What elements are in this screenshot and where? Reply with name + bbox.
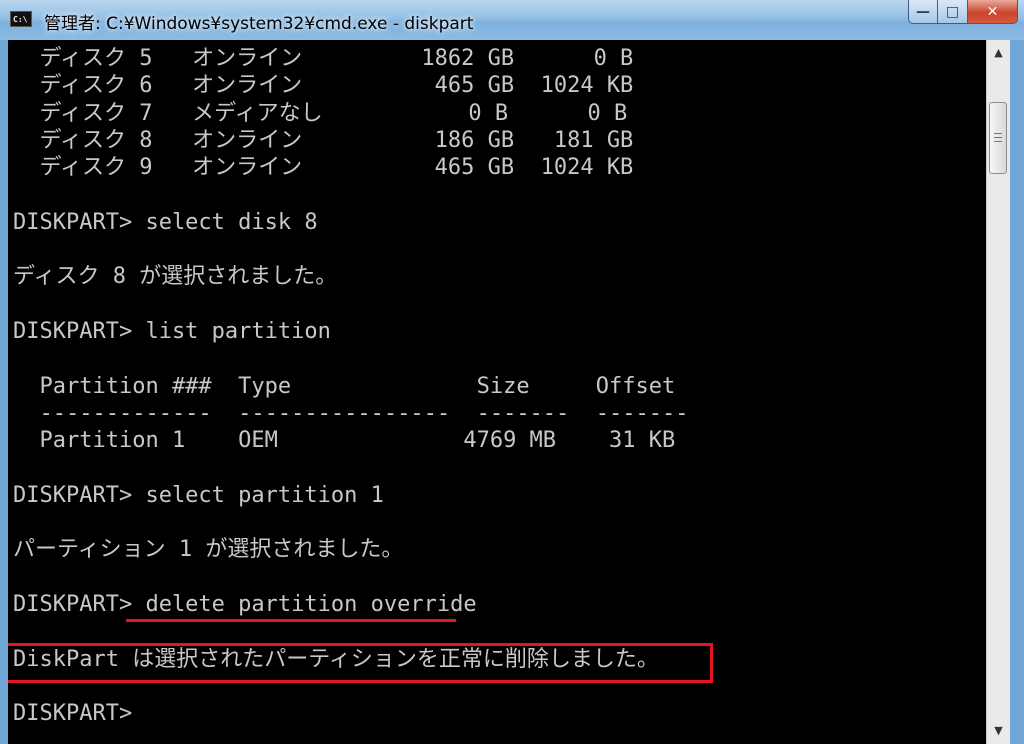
scroll-down-arrow-icon[interactable]: ▼: [987, 720, 1010, 742]
window-title: 管理者: C:¥Windows¥system32¥cmd.exe - diskp…: [44, 14, 474, 34]
console-line: Partition 1 OEM 4769 MB 31 KB: [13, 428, 676, 454]
success-message-highlight-box: [8, 643, 713, 683]
title-bar[interactable]: C:\ 管理者: C:¥Windows¥system32¥cmd.exe - d…: [0, 0, 1024, 40]
thumb-grip-line: [994, 133, 1002, 134]
maximize-button[interactable]: □: [938, 0, 968, 24]
console-line: DISKPART> list partition: [13, 318, 331, 344]
vertical-scrollbar[interactable]: ▲ ▼: [986, 40, 1010, 744]
minimize-button[interactable]: —: [908, 0, 938, 24]
console-output[interactable]: ディスク 5 オンライン 1862 GB 0 B ディスク 6 オンライン 46…: [8, 40, 986, 744]
console-line: ディスク 5 オンライン 1862 GB 0 B: [13, 46, 634, 71]
console-line: パーティション 1 が選択されました。: [13, 537, 404, 563]
console-line: ディスク 8 オンライン 186 GB 181 GB: [13, 127, 634, 153]
console-line: ディスク 9 オンライン 465 GB 1024 KB: [13, 155, 634, 181]
console-line: DISKPART> select partition 1: [13, 482, 384, 508]
window-controls: — □ ✕: [908, 0, 1018, 26]
thumb-grip-line: [994, 137, 1002, 138]
console-line: Partition ### Type Size Offset: [13, 373, 676, 399]
thumb-grip-line: [994, 141, 1002, 142]
console-line: DISKPART> delete partition override: [13, 591, 477, 617]
console-line: ------------- ---------------- ------- -…: [13, 400, 689, 426]
window-frame-right: [1010, 40, 1024, 744]
cmd-icon: C:\: [10, 11, 32, 27]
console-line: ディスク 8 が選択されました。: [13, 264, 338, 290]
cmd-window: C:\ 管理者: C:¥Windows¥system32¥cmd.exe - d…: [0, 0, 1024, 744]
console-line: DISKPART> select disk 8: [13, 209, 318, 235]
console-line: ディスク 6 オンライン 465 GB 1024 KB: [13, 73, 634, 99]
console-lines: ディスク 5 オンライン 1862 GB 0 B ディスク 6 オンライン 46…: [13, 45, 689, 727]
scroll-thumb[interactable]: [989, 102, 1007, 174]
close-button[interactable]: ✕: [968, 0, 1018, 24]
console-line: DISKPART>: [13, 701, 133, 727]
console-line: ディスク 7 メディアなし 0 B 0 B: [13, 100, 628, 126]
scroll-up-arrow-icon[interactable]: ▲: [987, 42, 1010, 64]
command-underline-annotation: [126, 619, 456, 622]
